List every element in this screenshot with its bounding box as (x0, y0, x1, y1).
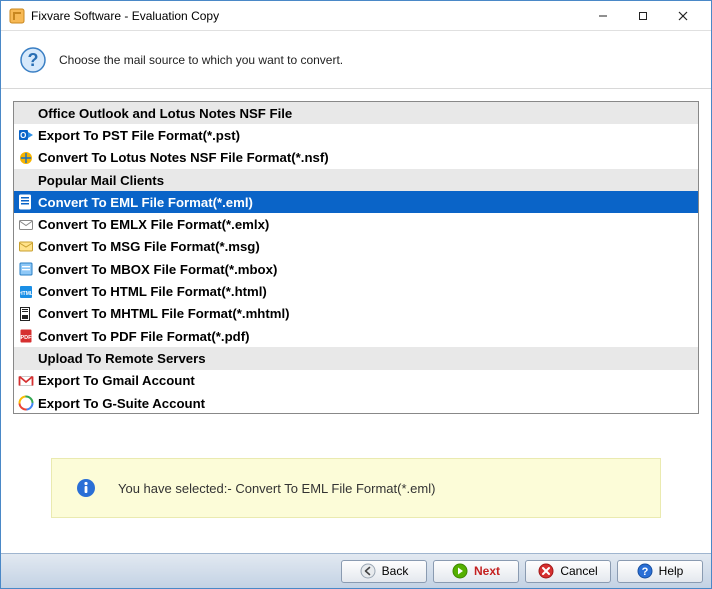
list-item[interactable]: Export To Gmail Account (14, 370, 698, 392)
list-item-label: Upload To Remote Servers (38, 351, 206, 366)
list-item-label: Export To PST File Format(*.pst) (38, 128, 240, 143)
list-item[interactable]: Convert To MSG File Format(*.msg) (14, 236, 698, 258)
html-icon: HTML (18, 284, 34, 300)
pdf-icon: PDF (18, 328, 34, 344)
next-label: Next (474, 564, 500, 578)
footer: Back Next Cancel ? Help (1, 553, 711, 588)
app-icon (9, 8, 25, 24)
back-button[interactable]: Back (341, 560, 427, 583)
svg-text:?: ? (641, 566, 648, 578)
minimize-button[interactable] (583, 2, 623, 30)
list-section-header: Upload To Remote Servers (14, 347, 698, 369)
maximize-button[interactable] (623, 2, 663, 30)
list-item-label: Convert To EML File Format(*.eml) (38, 195, 253, 210)
list-item-label: Office Outlook and Lotus Notes NSF File (38, 106, 292, 121)
list-item-label: Convert To MHTML File Format(*.mhtml) (38, 306, 290, 321)
svg-text:O: O (20, 131, 26, 140)
lotus-icon (18, 150, 34, 166)
list-item[interactable]: O Export To PST File Format(*.pst) (14, 124, 698, 146)
close-button[interactable] (663, 2, 703, 30)
emlx-icon (18, 217, 34, 233)
status-container: You have selected:- Convert To EML File … (1, 422, 711, 558)
list-item-label: Export To Gmail Account (38, 373, 195, 388)
list-item[interactable]: Convert To EMLX File Format(*.emlx) (14, 213, 698, 235)
next-icon (452, 563, 468, 579)
format-list[interactable]: Office Outlook and Lotus Notes NSF File O… (13, 101, 699, 414)
svg-text:HTML: HTML (19, 291, 33, 297)
list-container: Office Outlook and Lotus Notes NSF File O… (1, 89, 711, 422)
gsuite-icon (18, 395, 34, 411)
titlebar: Fixvare Software - Evaluation Copy (1, 1, 711, 31)
status-banner: You have selected:- Convert To EML File … (51, 458, 661, 518)
mhtml-icon (18, 306, 34, 322)
list-item-label: Convert To Lotus Notes NSF File Format(*… (38, 150, 329, 165)
list-item[interactable]: Convert To Lotus Notes NSF File Format(*… (14, 147, 698, 169)
cancel-icon (538, 563, 554, 579)
next-button[interactable]: Next (433, 560, 519, 583)
list-item[interactable]: HTML Convert To HTML File Format(*.html) (14, 280, 698, 302)
list-item-label: Convert To PDF File Format(*.pdf) (38, 329, 249, 344)
help-button-icon: ? (637, 563, 653, 579)
list-section-header: Office Outlook and Lotus Notes NSF File (14, 102, 698, 124)
window-title: Fixvare Software - Evaluation Copy (31, 9, 583, 23)
list-item[interactable]: Convert To EML File Format(*.eml) (14, 191, 698, 213)
cancel-label: Cancel (560, 564, 597, 578)
header: ? Choose the mail source to which you wa… (1, 31, 711, 89)
list-item-label: Export To G-Suite Account (38, 396, 205, 411)
info-icon (76, 478, 96, 498)
list-item-label: Convert To MBOX File Format(*.mbox) (38, 262, 277, 277)
outlook-icon: O (18, 127, 34, 143)
status-text: You have selected:- Convert To EML File … (118, 481, 435, 496)
back-icon (360, 563, 376, 579)
list-item-label: Convert To EMLX File Format(*.emlx) (38, 217, 269, 232)
list-item[interactable]: Convert To MBOX File Format(*.mbox) (14, 258, 698, 280)
header-prompt: Choose the mail source to which you want… (59, 53, 343, 67)
list-item-label: Convert To MSG File Format(*.msg) (38, 239, 260, 254)
mbox-icon (18, 261, 34, 277)
list-item-label: Popular Mail Clients (38, 173, 164, 188)
list-item[interactable]: Export To G-Suite Account (14, 392, 698, 414)
svg-text:PDF: PDF (21, 335, 33, 341)
back-label: Back (382, 564, 409, 578)
help-button[interactable]: ? Help (617, 560, 703, 583)
svg-text:?: ? (28, 50, 39, 70)
list-item[interactable]: Convert To MHTML File Format(*.mhtml) (14, 303, 698, 325)
list-item[interactable]: PDF Convert To PDF File Format(*.pdf) (14, 325, 698, 347)
list-item-label: Convert To HTML File Format(*.html) (38, 284, 267, 299)
cancel-button[interactable]: Cancel (525, 560, 611, 583)
help-label: Help (659, 564, 684, 578)
eml-icon (18, 194, 34, 210)
msg-icon (18, 239, 34, 255)
help-icon: ? (19, 46, 47, 74)
list-section-header: Popular Mail Clients (14, 169, 698, 191)
gmail-icon (18, 373, 34, 389)
